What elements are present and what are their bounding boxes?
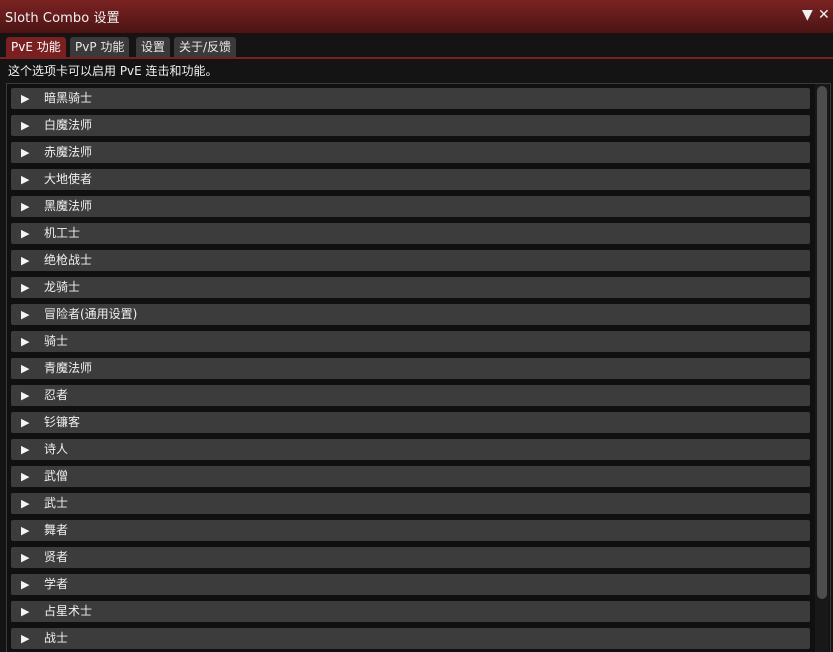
- collapse-icon[interactable]: ▼: [802, 6, 813, 24]
- job-label: 绝枪战士: [44, 253, 93, 267]
- job-label: 暗黑骑士: [44, 91, 93, 105]
- job-collapsible-header[interactable]: ▶ 战士: [11, 628, 810, 649]
- job-label: 白魔法师: [44, 118, 93, 132]
- job-collapsible-header[interactable]: ▶ 骑士: [11, 331, 810, 352]
- expand-arrow-icon: ▶: [21, 470, 30, 483]
- job-collapsible-header[interactable]: ▶ 龙骑士: [11, 277, 810, 298]
- job-label: 青魔法师: [44, 361, 93, 375]
- job-collapsible-header[interactable]: ▶ 钐镰客: [11, 412, 810, 433]
- expand-arrow-icon: ▶: [21, 362, 30, 375]
- job-label: 武僧: [44, 469, 69, 483]
- title-bar[interactable]: Sloth Combo 设置 ▼ ✕: [0, 0, 833, 34]
- job-label: 战士: [44, 631, 69, 645]
- expand-arrow-icon: ▶: [21, 416, 30, 429]
- expand-arrow-icon: ▶: [21, 335, 30, 348]
- job-collapsible-header[interactable]: ▶ 占星术士: [11, 601, 810, 622]
- expand-arrow-icon: ▶: [21, 389, 30, 402]
- job-label: 黑魔法师: [44, 199, 93, 213]
- job-label: 忍者: [44, 388, 69, 402]
- settings-window: Sloth Combo 设置 ▼ ✕ PvE 功能 PvP 功能 设置 关于/反…: [0, 0, 833, 652]
- job-label: 舞者: [44, 523, 69, 537]
- tab-description: 这个选项卡可以启用 PvE 连击和功能。: [8, 64, 218, 78]
- job-label: 诗人: [44, 442, 69, 456]
- job-collapsible-header[interactable]: ▶ 赤魔法师: [11, 142, 810, 163]
- expand-arrow-icon: ▶: [21, 605, 30, 618]
- expand-arrow-icon: ▶: [21, 551, 30, 564]
- expand-arrow-icon: ▶: [21, 308, 30, 321]
- job-collapsible-header[interactable]: ▶ 忍者: [11, 385, 810, 406]
- job-label: 占星术士: [44, 604, 93, 618]
- job-collapsible-header[interactable]: ▶ 贤者: [11, 547, 810, 568]
- job-label: 机工士: [44, 226, 81, 240]
- job-collapsible-header[interactable]: ▶ 黑魔法师: [11, 196, 810, 217]
- expand-arrow-icon: ▶: [21, 254, 30, 267]
- job-label: 钐镰客: [44, 415, 81, 429]
- window-title: Sloth Combo 设置: [5, 11, 120, 26]
- job-collapsible-header[interactable]: ▶ 武僧: [11, 466, 810, 487]
- expand-arrow-icon: ▶: [21, 281, 30, 294]
- expand-arrow-icon: ▶: [21, 200, 30, 213]
- job-collapsible-header[interactable]: ▶ 青魔法师: [11, 358, 810, 379]
- close-icon[interactable]: ✕: [818, 6, 830, 24]
- job-collapsible-header[interactable]: ▶ 学者: [11, 574, 810, 595]
- job-collapsible-header[interactable]: ▶ 武士: [11, 493, 810, 514]
- expand-arrow-icon: ▶: [21, 173, 30, 186]
- expand-arrow-icon: ▶: [21, 92, 30, 105]
- job-collapsible-header[interactable]: ▶ 暗黑骑士: [11, 88, 810, 109]
- job-collapsible-header[interactable]: ▶ 舞者: [11, 520, 810, 541]
- expand-arrow-icon: ▶: [21, 524, 30, 537]
- expand-arrow-icon: ▶: [21, 119, 30, 132]
- job-label: 冒险者(通用设置): [44, 307, 138, 321]
- expand-arrow-icon: ▶: [21, 497, 30, 510]
- job-label: 龙骑士: [44, 280, 81, 294]
- tab-bar: PvE 功能 PvP 功能 设置 关于/反馈: [0, 33, 833, 57]
- scrollbar-thumb[interactable]: [817, 86, 827, 599]
- job-list: ▶ 暗黑骑士 ▶ 白魔法师 ▶ 赤魔法师 ▶ 大地使者 ▶ 黑魔法师 ▶ 机工士 ▶ 绝枪战士 ▶ 龙骑士 ▶ 冒…: [11, 88, 810, 652]
- tab-settings[interactable]: 设置: [136, 37, 171, 57]
- job-collapsible-header[interactable]: ▶ 白魔法师: [11, 115, 810, 136]
- expand-arrow-icon: ▶: [21, 578, 30, 591]
- job-label: 大地使者: [44, 172, 93, 186]
- tab-about[interactable]: 关于/反馈: [174, 37, 237, 57]
- expand-arrow-icon: ▶: [21, 227, 30, 240]
- job-collapsible-header[interactable]: ▶ 冒险者(通用设置): [11, 304, 810, 325]
- job-label: 赤魔法师: [44, 145, 93, 159]
- job-collapsible-header[interactable]: ▶ 大地使者: [11, 169, 810, 190]
- tab-pve[interactable]: PvE 功能: [6, 37, 66, 57]
- job-label: 学者: [44, 577, 69, 591]
- expand-arrow-icon: ▶: [21, 443, 30, 456]
- job-collapsible-header[interactable]: ▶ 绝枪战士: [11, 250, 810, 271]
- job-label: 骑士: [44, 334, 69, 348]
- tab-underline: [0, 57, 833, 59]
- expand-arrow-icon: ▶: [21, 146, 30, 159]
- expand-arrow-icon: ▶: [21, 632, 30, 645]
- tab-pvp[interactable]: PvP 功能: [70, 37, 130, 57]
- job-collapsible-header[interactable]: ▶ 诗人: [11, 439, 810, 460]
- job-label: 武士: [44, 496, 69, 510]
- job-list-panel[interactable]: ▶ 暗黑骑士 ▶ 白魔法师 ▶ 赤魔法师 ▶ 大地使者 ▶ 黑魔法师 ▶ 机工士 ▶ 绝枪战士 ▶ 龙骑士 ▶ 冒…: [6, 83, 831, 652]
- job-label: 贤者: [44, 550, 69, 564]
- job-collapsible-header[interactable]: ▶ 机工士: [11, 223, 810, 244]
- scrollbar[interactable]: [815, 84, 829, 652]
